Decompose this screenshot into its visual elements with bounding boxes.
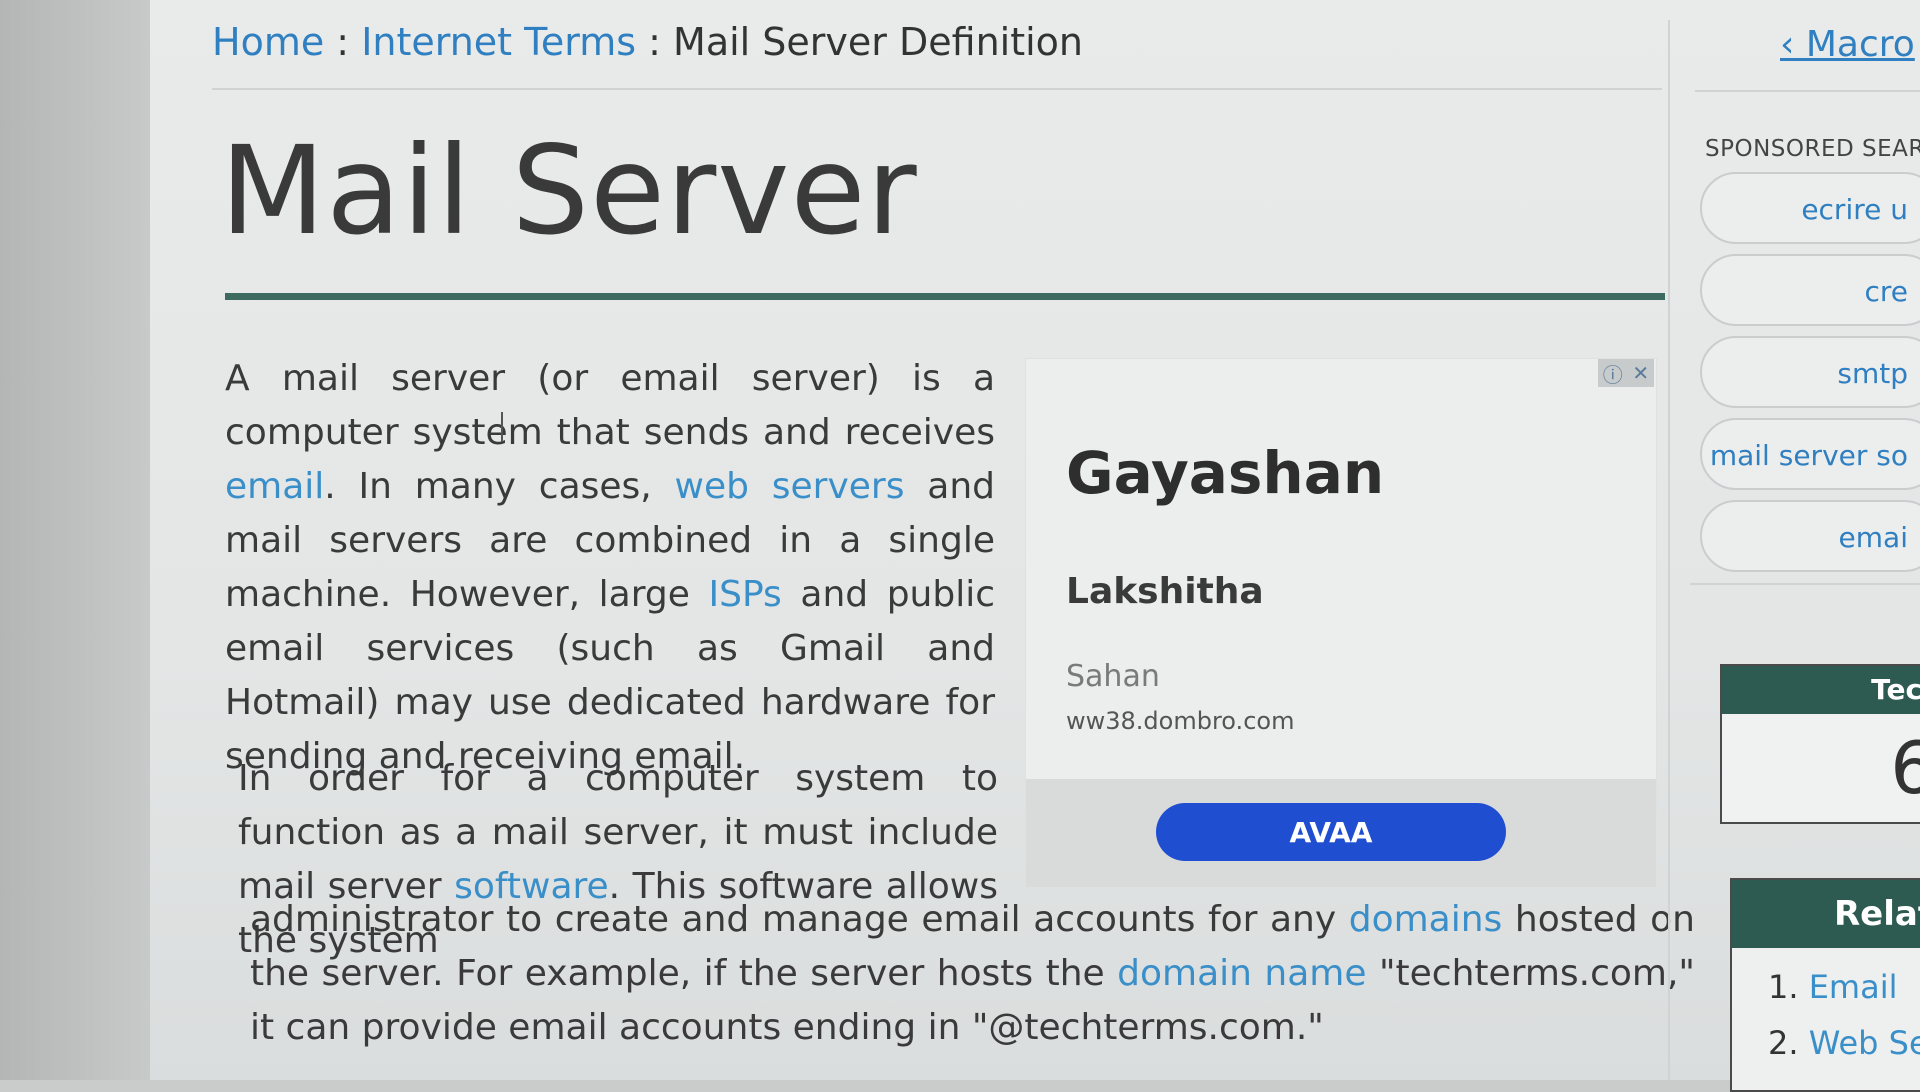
inline-term-link[interactable]: domain name — [1117, 953, 1366, 994]
breadcrumb-separator: : — [324, 20, 362, 64]
related-item[interactable]: 1. Email — [1768, 968, 1897, 1006]
breadcrumb-divider — [212, 88, 1662, 90]
related-item-link[interactable]: Web Serv — [1809, 1024, 1920, 1062]
sponsored-search-pill[interactable]: cre — [1700, 254, 1920, 326]
breadcrumb-home-link[interactable]: Home — [212, 20, 324, 64]
sidebar: ‹ Macro SPONSORED SEARC ecrire u cre smt… — [1690, 0, 1920, 1092]
inline-term-link[interactable]: email — [225, 466, 324, 507]
sponsored-search-pill[interactable]: ecrire u — [1700, 172, 1920, 244]
related-item-link[interactable]: Email — [1809, 968, 1898, 1006]
related-header: Related — [1732, 880, 1920, 948]
tech-factor-box: Tech 6 — [1720, 664, 1920, 824]
related-item-number: 1. — [1768, 968, 1799, 1006]
text-cursor-icon — [501, 412, 503, 442]
breadcrumb: Home : Internet Terms : Mail Server Defi… — [212, 20, 1083, 64]
paragraph-text: . In many cases, — [324, 466, 675, 507]
page-title: Mail Server — [220, 120, 918, 262]
ad-subtitle: Lakshitha — [1066, 571, 1264, 612]
sponsored-search-pill[interactable]: smtp — [1700, 336, 1920, 408]
page: Home : Internet Terms : Mail Server Defi… — [150, 0, 1920, 1092]
ad-description: Sahan — [1066, 659, 1160, 694]
prev-term-link[interactable]: ‹ Macro — [1780, 24, 1915, 65]
paragraph-text: administrator to create and manage email… — [250, 899, 1349, 940]
ad-choices-badge[interactable]: ⓘ ✕ — [1598, 359, 1654, 387]
tech-box-value: 6 — [1890, 726, 1920, 810]
breadcrumb-separator: : — [636, 20, 674, 64]
related-item-number: 2. — [1768, 1024, 1799, 1062]
sponsored-search-label: SPONSORED SEARC — [1705, 136, 1920, 162]
ad-url[interactable]: ww38.dombro.com — [1066, 707, 1294, 735]
ad-cta-button[interactable]: AVAA — [1156, 803, 1506, 861]
inline-term-link[interactable]: domains — [1349, 899, 1503, 940]
paragraph-text: A mail server (or email server) is a com… — [225, 358, 995, 453]
title-divider — [225, 293, 1665, 300]
article-paragraph-1: A mail server (or email server) is a com… — [225, 352, 995, 784]
sponsored-search-pill[interactable]: mail server so — [1700, 418, 1920, 490]
ad-footer: AVAA — [1026, 779, 1656, 887]
advertisement[interactable]: ⓘ ✕ Gayashan Lakshitha Sahan ww38.dombro… — [1025, 358, 1657, 888]
inline-term-link[interactable]: web servers — [675, 466, 905, 507]
inline-term-link[interactable]: ISPs — [709, 574, 782, 615]
main-content: Home : Internet Terms : Mail Server Defi… — [180, 0, 1695, 1080]
sidebar-divider — [1668, 20, 1670, 1080]
sponsored-search-pill[interactable]: emai — [1700, 500, 1920, 572]
close-icon[interactable]: ✕ — [1632, 361, 1649, 385]
ad-headline[interactable]: Gayashan — [1066, 439, 1384, 507]
article-paragraph-2-continued: administrator to create and manage email… — [250, 893, 1695, 1055]
related-item[interactable]: 2. Web Serv — [1768, 1024, 1920, 1062]
related-terms-box: Related 1. Email 2. Web Serv — [1730, 878, 1920, 1092]
tech-box-header: Tech — [1722, 666, 1920, 714]
breadcrumb-current: Mail Server Definition — [673, 20, 1083, 64]
info-icon[interactable]: ⓘ — [1603, 359, 1623, 388]
sidebar-rule — [1690, 583, 1920, 585]
left-gutter — [0, 0, 150, 1080]
sidebar-rule — [1695, 90, 1920, 92]
breadcrumb-category-link[interactable]: Internet Terms — [361, 20, 636, 64]
